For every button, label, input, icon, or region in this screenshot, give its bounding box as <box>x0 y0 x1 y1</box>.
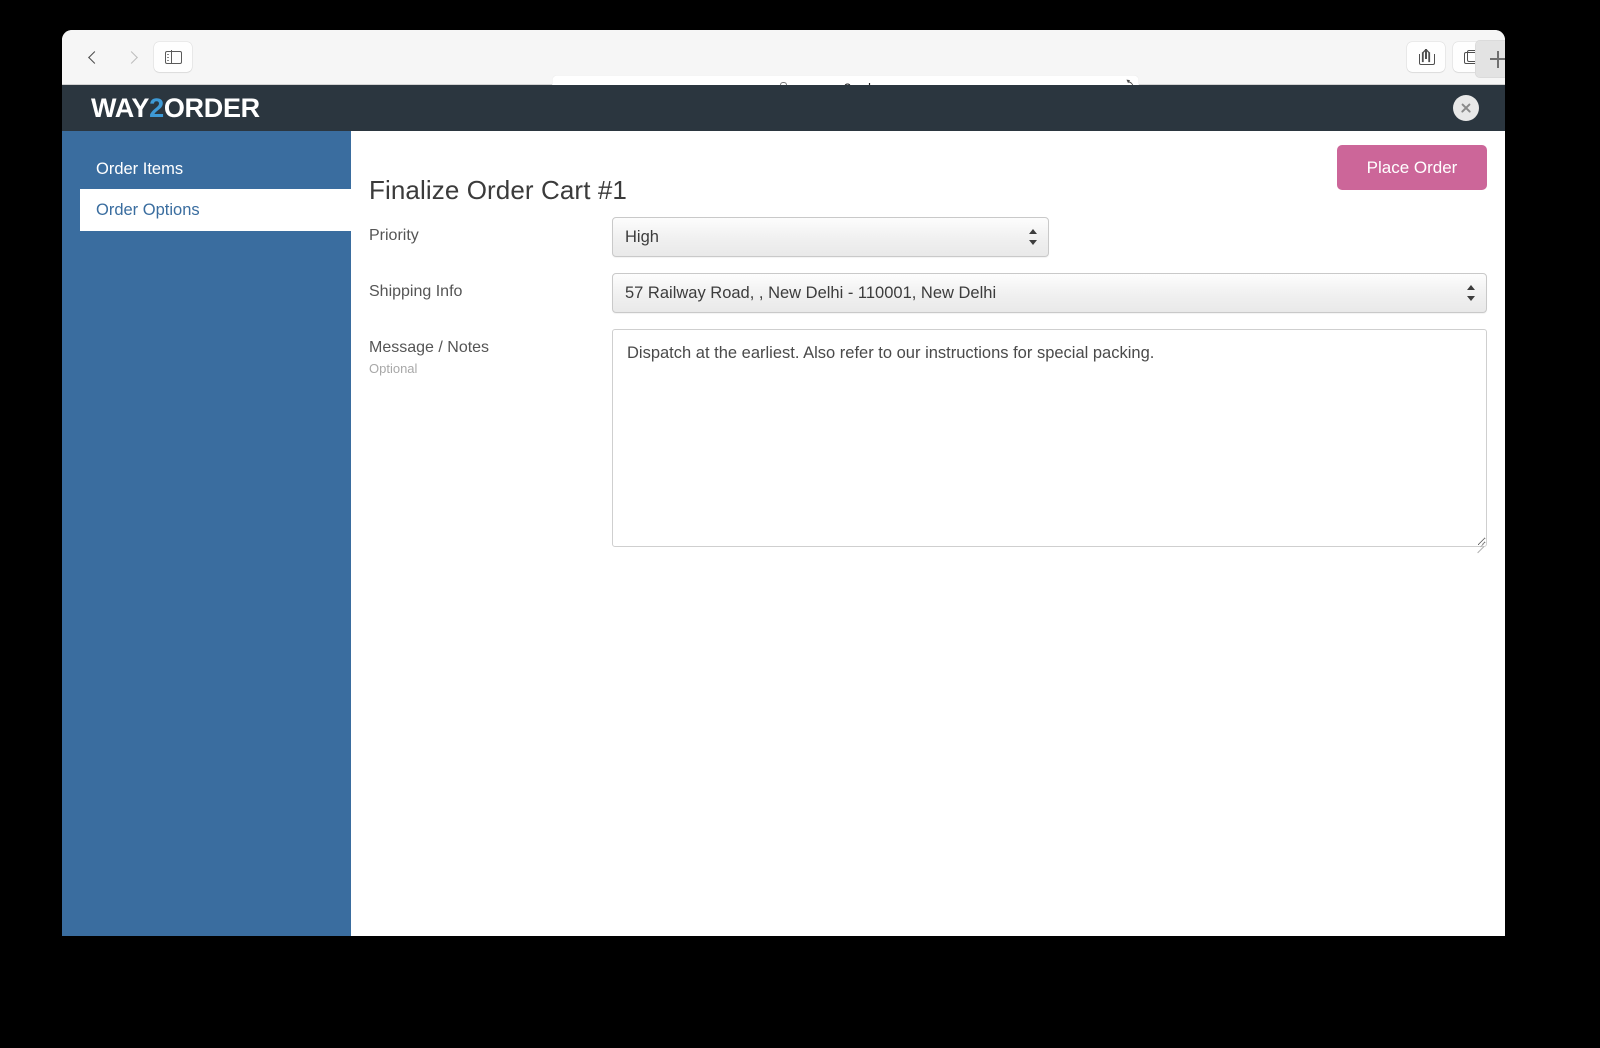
place-order-button[interactable]: Place Order <box>1337 145 1487 190</box>
shipping-field-wrap: 57 Railway Road, , New Delhi - 110001, N… <box>612 273 1487 313</box>
close-button[interactable] <box>1453 95 1479 121</box>
sidebar-item-label: Order Options <box>96 200 200 219</box>
plus-icon <box>1489 50 1505 68</box>
chevron-right-icon <box>125 50 138 64</box>
notes-field-wrap <box>612 329 1487 552</box>
notes-label-text: Message / Notes <box>369 339 490 356</box>
sidebar-item-label: Order Items <box>96 159 184 178</box>
logo-suffix: ORDER <box>163 92 260 123</box>
content-header: Finalize Order Cart #1 Place Order <box>351 131 1505 217</box>
sidebar: Order Items Order Options <box>62 131 351 936</box>
new-tab-button[interactable] <box>1475 40 1505 78</box>
shipping-select[interactable]: 57 Railway Road, , New Delhi - 110001, N… <box>612 273 1487 313</box>
priority-field-wrap: High <box>612 217 1487 257</box>
browser-toolbar: app.way2order.com <box>62 30 1505 101</box>
notes-textarea[interactable] <box>612 329 1487 547</box>
shipping-selected-value: 57 Railway Road, , New Delhi - 110001, N… <box>625 283 997 302</box>
shipping-row: Shipping Info 57 Railway Road, , New Del… <box>369 273 1487 313</box>
screen-root: app.way2order.com <box>0 0 1600 1048</box>
main-content: Finalize Order Cart #1 Place Order Prior… <box>351 131 1505 936</box>
notes-optional-hint: Optional <box>369 361 418 376</box>
navigation-buttons <box>74 42 192 72</box>
browser-window: app.way2order.com <box>62 30 1505 936</box>
app-logo: WAY2ORDER <box>91 92 260 123</box>
stepper-arrows-icon <box>1467 284 1476 302</box>
logo-prefix: WAY <box>91 92 150 123</box>
share-button[interactable] <box>1407 42 1445 72</box>
back-button[interactable] <box>74 42 112 72</box>
sidebar-panel-icon <box>164 50 182 64</box>
shipping-label: Shipping Info <box>369 283 463 300</box>
priority-label: Priority <box>369 227 419 244</box>
close-icon <box>1460 102 1472 114</box>
logo-accent: 2 <box>149 92 164 123</box>
stepper-arrows-icon <box>1029 228 1038 246</box>
notes-row: Message / Notes Optional <box>369 329 1487 552</box>
toggle-sidebar-button[interactable] <box>154 42 192 72</box>
priority-select[interactable]: High <box>612 217 1049 257</box>
sidebar-item-order-options[interactable]: Order Options <box>80 189 351 231</box>
priority-selected-value: High <box>625 227 659 246</box>
chevron-left-icon <box>88 50 101 64</box>
sidebar-item-order-items[interactable]: Order Items <box>62 149 351 189</box>
forward-button[interactable] <box>114 42 152 72</box>
share-arrow-icon <box>1422 49 1430 54</box>
order-options-form: Priority High Shipping Info 57 Railway R… <box>351 217 1505 552</box>
share-icon <box>1419 49 1435 65</box>
app-body: Order Items Order Options Finalize Order… <box>62 131 1505 936</box>
page-title: Finalize Order Cart #1 <box>369 175 627 206</box>
app-header: WAY2ORDER <box>62 85 1505 131</box>
priority-row: Priority High <box>369 217 1487 257</box>
notes-label: Message / Notes Optional <box>369 329 612 376</box>
